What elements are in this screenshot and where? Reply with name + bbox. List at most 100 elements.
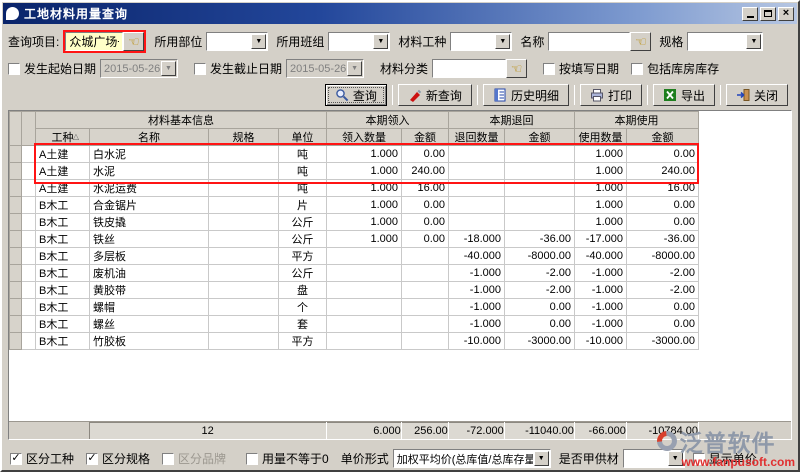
print-button[interactable]: 打印 bbox=[580, 84, 642, 106]
table-row[interactable]: B木工螺帽个-1.0000.00-1.0000.00 bbox=[10, 299, 699, 316]
excel-export-icon bbox=[663, 88, 677, 102]
history-detail-button[interactable]: 历史明细 bbox=[483, 84, 569, 106]
col-recv-amt[interactable]: 金额 bbox=[402, 129, 449, 146]
material-category-input[interactable] bbox=[432, 59, 506, 78]
query-button[interactable]: 查询 bbox=[325, 84, 387, 106]
spec-select[interactable]: ▼ bbox=[687, 32, 763, 51]
chevron-down-icon[interactable]: ▼ bbox=[251, 34, 266, 49]
table-row[interactable]: B木工铁丝公斤1.0000.00-18.000-36.00-17.000-36.… bbox=[10, 231, 699, 248]
table-row[interactable]: B木工黄胶带盘-1.000-2.00-1.000-2.00 bbox=[10, 282, 699, 299]
minimize-button[interactable] bbox=[742, 7, 758, 21]
cell-use_qty: -1.000 bbox=[575, 316, 627, 333]
cell-name: 合金锯片 bbox=[90, 197, 209, 214]
row-gutter bbox=[22, 180, 36, 197]
split-craft-checkbox[interactable] bbox=[10, 453, 22, 465]
row-indicator[interactable] bbox=[10, 163, 22, 180]
row-indicator[interactable] bbox=[10, 146, 22, 163]
summary-bar: 12 6.000 256.00 -72.000 -11040.00 -66.00… bbox=[9, 421, 791, 439]
used-team-label: 所用班组 bbox=[276, 33, 324, 50]
table-row[interactable]: B木工螺丝套-1.0000.00-1.0000.00 bbox=[10, 316, 699, 333]
table-row[interactable]: A土建水泥吨1.000240.001.000240.00 bbox=[10, 163, 699, 180]
used-team-select[interactable]: ▼ bbox=[328, 32, 390, 51]
by-fill-date-checkbox[interactable] bbox=[543, 63, 555, 75]
show-price-checkbox[interactable] bbox=[693, 453, 705, 465]
cell-use_qty: 1.000 bbox=[575, 180, 627, 197]
usage-nonzero-checkbox[interactable] bbox=[246, 453, 258, 465]
cell-recv_amt: 0.00 bbox=[402, 214, 449, 231]
row-indicator[interactable] bbox=[10, 282, 22, 299]
cell-ret_qty bbox=[449, 197, 505, 214]
spec-label: 规格 bbox=[659, 33, 683, 50]
table-row[interactable]: B木工废机油公斤-1.000-2.00-1.000-2.00 bbox=[10, 265, 699, 282]
col-unit[interactable]: 单位 bbox=[279, 129, 327, 146]
col-craft[interactable]: 工种△ bbox=[36, 129, 90, 146]
table-row[interactable]: B木工铁皮撬公斤1.0000.001.0000.00 bbox=[10, 214, 699, 231]
split-brand-group: 区分品牌 bbox=[162, 450, 230, 467]
split-spec-checkbox[interactable] bbox=[86, 453, 98, 465]
cell-name: 铁丝 bbox=[90, 231, 209, 248]
row-indicator[interactable] bbox=[10, 231, 22, 248]
row-indicator[interactable] bbox=[10, 214, 22, 231]
col-spec[interactable]: 规格 bbox=[209, 129, 279, 146]
start-date-checkbox[interactable] bbox=[8, 63, 20, 75]
query-project-picker-button[interactable]: ☜ bbox=[123, 32, 144, 51]
close-window-button[interactable]: 关闭 bbox=[726, 84, 788, 106]
end-date-label: 发生截止日期 bbox=[210, 60, 282, 77]
col-name[interactable]: 名称 bbox=[90, 129, 209, 146]
chevron-down-icon[interactable]: ▼ bbox=[668, 451, 683, 466]
row-indicator[interactable] bbox=[10, 265, 22, 282]
end-date-checkbox[interactable] bbox=[194, 63, 206, 75]
col-ret-qty[interactable]: 退回数量 bbox=[449, 129, 505, 146]
export-button[interactable]: 导出 bbox=[653, 84, 715, 106]
table-row[interactable]: B木工多层板平方-40.000-8000.00-40.000-8000.00 bbox=[10, 248, 699, 265]
table-row[interactable]: A土建水泥运费吨1.00016.001.00016.00 bbox=[10, 180, 699, 197]
row-indicator[interactable] bbox=[10, 299, 22, 316]
include-stock-label: 包括库房库存 bbox=[647, 60, 719, 77]
col-ret-amt[interactable]: 金额 bbox=[505, 129, 575, 146]
table-row[interactable]: A土建白水泥吨1.0000.001.0000.00 bbox=[10, 146, 699, 163]
name-picker-button[interactable]: ☜ bbox=[630, 32, 651, 51]
name-input[interactable] bbox=[548, 32, 630, 51]
chevron-down-icon[interactable]: ▼ bbox=[495, 34, 510, 49]
cell-craft: B木工 bbox=[36, 299, 90, 316]
cell-recv_qty bbox=[327, 282, 402, 299]
new-query-button[interactable]: 新查询 bbox=[398, 84, 472, 106]
close-button[interactable]: × bbox=[778, 7, 794, 21]
maximize-button[interactable] bbox=[760, 7, 776, 21]
chevron-down-icon[interactable]: ▼ bbox=[534, 451, 549, 466]
col-recv-qty[interactable]: 领入数量 bbox=[327, 129, 402, 146]
cell-spec bbox=[209, 180, 279, 197]
material-category-picker-button[interactable]: ☜ bbox=[506, 59, 527, 78]
chevron-down-icon[interactable]: ▼ bbox=[373, 34, 388, 49]
split-spec-label: 区分规格 bbox=[102, 450, 150, 467]
owner-supplied-select[interactable]: ▼ bbox=[623, 449, 685, 468]
cell-spec bbox=[209, 231, 279, 248]
col-use-amt[interactable]: 金额 bbox=[627, 129, 699, 146]
price-form-select[interactable]: 加权平均价(总库值/总库存量) ▼ bbox=[393, 449, 551, 468]
cell-recv_qty bbox=[327, 299, 402, 316]
cell-unit: 公斤 bbox=[279, 231, 327, 248]
split-spec-group: 区分规格 bbox=[86, 450, 154, 467]
cell-ret_amt bbox=[505, 163, 575, 180]
cell-use_qty: -1.000 bbox=[575, 299, 627, 316]
col-use-qty[interactable]: 使用数量 bbox=[575, 129, 627, 146]
used-part-select[interactable]: ▼ bbox=[206, 32, 268, 51]
cell-ret_qty: -40.000 bbox=[449, 248, 505, 265]
query-project-input[interactable] bbox=[65, 32, 123, 51]
row-indicator[interactable] bbox=[10, 316, 22, 333]
row-indicator[interactable] bbox=[10, 248, 22, 265]
material-craft-select[interactable]: ▼ bbox=[450, 32, 512, 51]
include-stock-checkbox[interactable] bbox=[631, 63, 643, 75]
row-indicator[interactable] bbox=[10, 180, 22, 197]
table-row[interactable]: B木工竹胶板平方-10.000-3000.00-10.000-3000.00 bbox=[10, 333, 699, 350]
row-indicator[interactable] bbox=[10, 197, 22, 214]
row-gutter bbox=[22, 265, 36, 282]
table-row[interactable]: B木工合金锯片片1.0000.001.0000.00 bbox=[10, 197, 699, 214]
toolbar: 查询 新查询 历史明细 打印 导出 bbox=[8, 84, 792, 106]
material-category-label: 材料分类 bbox=[380, 60, 428, 77]
cell-ret_amt: -36.00 bbox=[505, 231, 575, 248]
chevron-down-icon[interactable]: ▼ bbox=[746, 34, 761, 49]
cell-ret_amt bbox=[505, 214, 575, 231]
total-ret-qty: -72.000 bbox=[448, 423, 504, 440]
row-indicator[interactable] bbox=[10, 333, 22, 350]
